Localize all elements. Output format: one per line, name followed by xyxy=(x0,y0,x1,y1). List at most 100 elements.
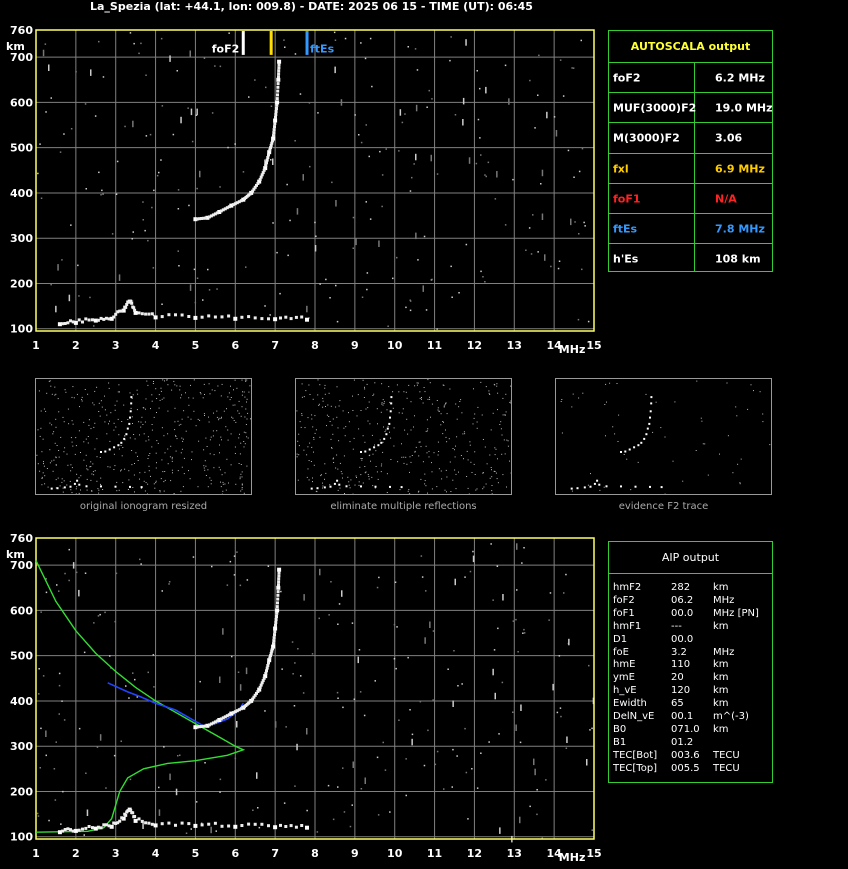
thumb-noise xyxy=(375,450,377,452)
noise-dot xyxy=(191,140,194,143)
noise-dot xyxy=(479,87,481,90)
thumb-noise xyxy=(155,467,157,469)
thumb-noise xyxy=(421,398,422,400)
thumb-noise xyxy=(354,484,356,486)
noise-dot xyxy=(45,591,48,594)
thumb-noise xyxy=(226,458,228,460)
thumb-noise xyxy=(560,401,562,402)
thumb-noise xyxy=(509,460,510,462)
thumb-noise xyxy=(211,389,213,391)
noise-dot xyxy=(63,719,66,721)
thumb-noise xyxy=(473,417,475,419)
trace-fill-dot xyxy=(66,321,70,325)
thumb-noise xyxy=(336,416,338,418)
aip-row: h_vE 120 km xyxy=(613,685,771,697)
thumb-noise xyxy=(91,473,93,475)
thumb-noise xyxy=(401,412,403,414)
noise-dot xyxy=(430,154,432,162)
noise-dot xyxy=(199,170,201,178)
noise-dot xyxy=(436,750,439,753)
autoscala-row: ftEs 7.8 MHz xyxy=(609,213,772,244)
noise-dot xyxy=(132,231,134,233)
thumb-noise xyxy=(170,445,172,447)
noise-dot xyxy=(413,163,415,165)
thumb-noise xyxy=(474,413,476,415)
thumb-noise xyxy=(87,436,89,437)
noise-dot xyxy=(538,54,540,57)
thumb-noise xyxy=(491,490,493,492)
noise-dot xyxy=(85,188,87,190)
noise-dot xyxy=(190,108,193,116)
noise-dot xyxy=(360,141,363,144)
trace-fill-dot xyxy=(81,320,84,324)
thumb-noise xyxy=(348,484,350,486)
noise-dot xyxy=(317,112,319,114)
noise-dot xyxy=(142,201,144,203)
autoscala-title: AUTOSCALA output xyxy=(630,40,751,53)
autoscala-label: foF1 xyxy=(613,192,641,206)
thumb-noise xyxy=(330,438,332,440)
noise-dot xyxy=(161,105,164,107)
noise-dot xyxy=(296,208,299,215)
noise-dot xyxy=(234,143,236,145)
thumb-noise xyxy=(339,400,341,402)
thumb-noise xyxy=(133,474,135,476)
thumb-noise xyxy=(362,435,364,437)
thumb-noise xyxy=(91,490,93,492)
thumb-noise xyxy=(224,472,226,474)
thumb-noise xyxy=(176,385,178,387)
thumb-noise xyxy=(497,392,499,394)
aip-value: 282 xyxy=(671,582,691,593)
thumb-noise xyxy=(496,478,498,480)
noise-dot xyxy=(319,568,321,576)
thumb-noise xyxy=(60,436,62,438)
thumb-noise xyxy=(419,391,421,393)
noise-dot xyxy=(381,174,384,176)
thumb-noise xyxy=(67,464,69,466)
trace-fill-dot xyxy=(215,719,219,723)
noise-dot xyxy=(145,74,147,76)
noise-dot xyxy=(516,543,518,550)
thumb-noise xyxy=(164,471,166,472)
thumb-noise xyxy=(167,410,169,412)
noise-dot xyxy=(98,40,100,43)
thumb-noise xyxy=(147,458,149,459)
thumb-noise xyxy=(383,403,385,404)
x-axis-label: MHz xyxy=(559,851,586,864)
thumb-noise xyxy=(243,391,245,393)
thumb-noise xyxy=(392,391,394,393)
thumb-noise xyxy=(493,470,495,472)
trace-fill-dot xyxy=(276,593,280,597)
autoscala-value: 19.0 MHz xyxy=(715,101,773,115)
trace-fill-dot xyxy=(275,103,279,107)
noise-dot xyxy=(104,611,106,614)
thumb-noise xyxy=(463,458,464,460)
noise-dot xyxy=(179,754,181,756)
thumb-noise xyxy=(49,449,51,451)
noise-dot xyxy=(581,268,583,271)
thumb-noise xyxy=(387,425,389,427)
thumb-noise xyxy=(368,478,370,480)
thumb-noise xyxy=(612,426,614,428)
noise-dot xyxy=(504,64,507,67)
thumb-noise xyxy=(156,440,158,442)
trace-fill-dot xyxy=(66,827,70,831)
thumb-noise xyxy=(296,410,298,412)
thumb-noise xyxy=(440,470,442,472)
x-tick-label: 15 xyxy=(586,847,601,860)
thumb-noise xyxy=(131,464,133,466)
noise-dot xyxy=(168,583,170,585)
noise-dot xyxy=(436,173,439,175)
thumb-noise xyxy=(200,393,202,395)
thumb-noise xyxy=(80,489,81,491)
noise-dot xyxy=(188,204,190,207)
thumb-noise xyxy=(99,457,101,458)
noise-dot xyxy=(93,325,95,327)
thumb-noise xyxy=(75,445,77,447)
thumb-noise xyxy=(330,405,332,407)
x-tick-label: 2 xyxy=(72,339,80,352)
trace-fill-dot xyxy=(150,822,154,826)
noise-dot xyxy=(469,570,472,573)
noise-dot xyxy=(285,726,287,728)
thumb-noise xyxy=(137,460,139,461)
